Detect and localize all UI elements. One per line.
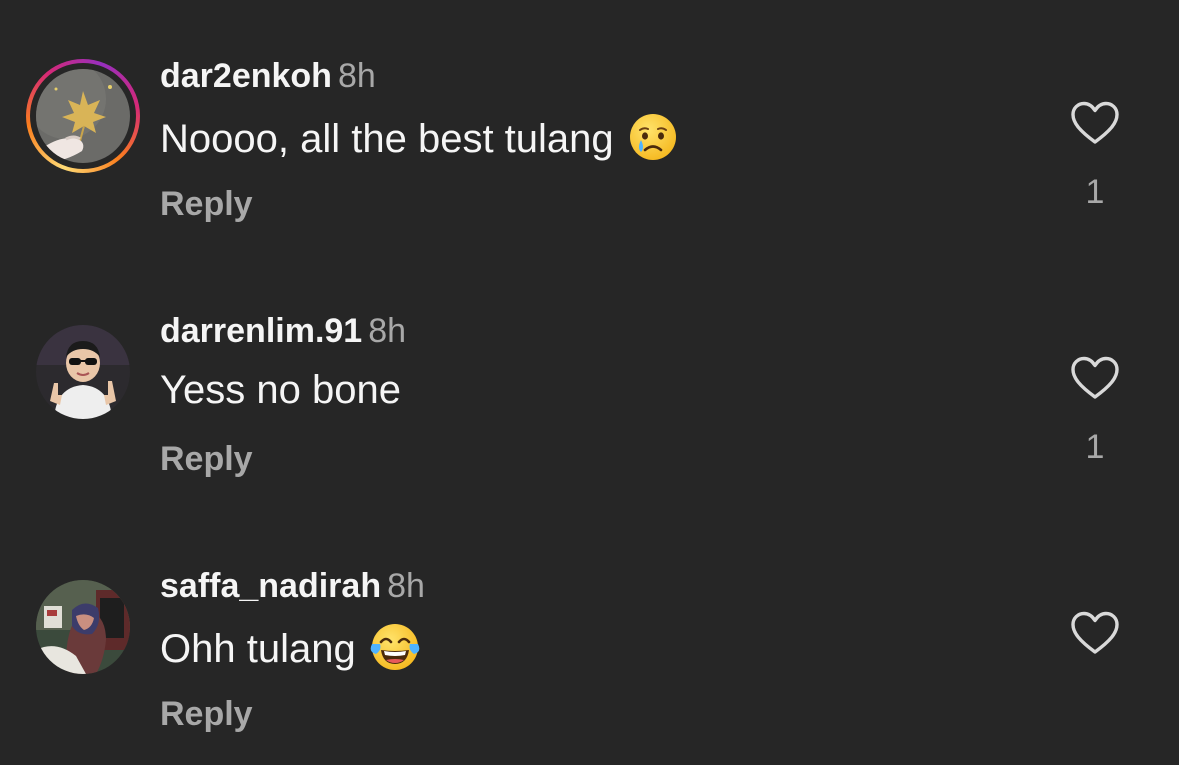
comment-meta: darrenlim.91 8h (160, 311, 406, 351)
crying-face-emoji-icon (629, 114, 676, 160)
comment-text: Noooo, all the best tulang (160, 112, 678, 162)
avatar-wrapper[interactable] (36, 325, 130, 419)
username[interactable]: darrenlim.91 (160, 312, 362, 350)
like-count: 1 (1085, 173, 1105, 211)
avatar[interactable] (36, 580, 130, 674)
like-heart-icon[interactable] (1070, 100, 1120, 146)
avatar[interactable] (36, 69, 130, 163)
comment-text-body: Noooo, all the best tulang (160, 117, 614, 161)
comment-meta: dar2enkoh 8h (160, 56, 376, 96)
avatar-image-person-sunglasses (36, 325, 130, 419)
reply-button[interactable]: Reply (160, 184, 253, 224)
comment-text-body: Ohh tulang (160, 627, 356, 671)
avatar-wrapper[interactable] (36, 580, 130, 674)
avatar-image-person-hijab (36, 580, 130, 674)
comment-item: saffa_nadirah 8h Ohh tulang Reply (0, 510, 1179, 765)
comment-text-body: Yess no bone (160, 368, 401, 412)
comment-item: dar2enkoh8h Noooo, all the best tulang (0, 0, 1179, 255)
avatar-image-leaf (36, 69, 130, 163)
like-heart-icon[interactable] (1070, 610, 1120, 656)
reply-button[interactable]: Reply (160, 439, 253, 479)
comment-item: darrenlim.91 8h Yess no bone Reply 1 (0, 255, 1179, 510)
comment-meta: saffa_nadirah 8h (160, 566, 425, 606)
avatar[interactable] (36, 325, 130, 419)
like-count: 1 (1085, 428, 1105, 466)
username[interactable]: saffa_nadirah (160, 567, 381, 605)
avatar-story-ring[interactable] (26, 59, 140, 173)
comment-text: Ohh tulang (160, 622, 420, 672)
timestamp: 8h (368, 312, 407, 350)
comments-list: dar2enkoh8h Noooo, all the best tulang (0, 0, 1179, 765)
timestamp: 8h (387, 567, 425, 605)
face-with-tears-of-joy-emoji-icon (370, 624, 420, 670)
timestamp: 8h (337, 57, 376, 95)
reply-button[interactable]: Reply (160, 694, 253, 734)
username[interactable]: dar2enkoh (160, 57, 332, 95)
like-heart-icon[interactable] (1070, 355, 1120, 401)
comment-text: Yess no bone (160, 367, 401, 413)
